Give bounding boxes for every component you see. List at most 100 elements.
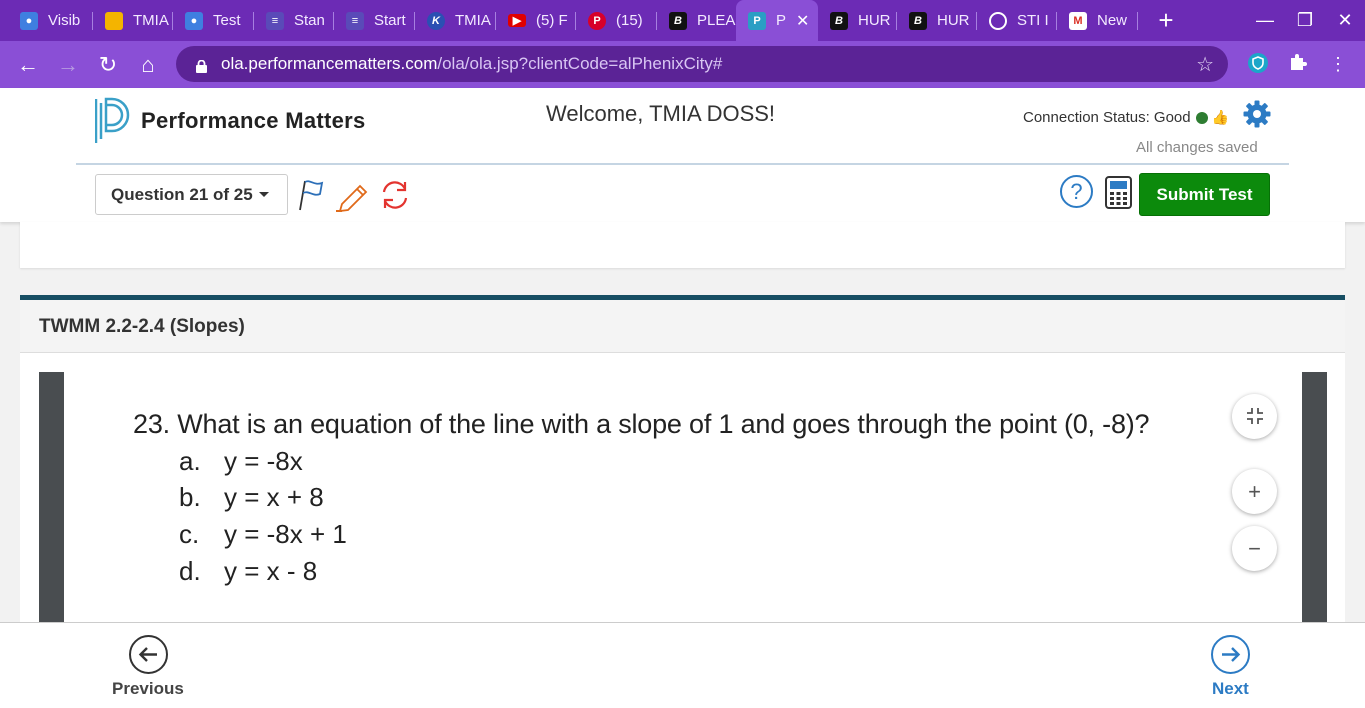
question-image: 23. What is an equation of the line with…	[64, 372, 1302, 630]
browser-menu-icon[interactable]: ⋮	[1326, 52, 1350, 76]
flag-icon[interactable]	[296, 178, 328, 212]
bookmark-star-icon[interactable]: ☆	[1196, 52, 1214, 77]
minimize-icon[interactable]: —	[1250, 8, 1280, 32]
option-text: y = x - 8	[224, 556, 318, 586]
url-host: ola.performancematters.com	[221, 54, 438, 73]
option-text: y = x + 8	[224, 482, 324, 512]
performance-matters-logo-icon	[95, 97, 130, 143]
gear-icon[interactable]	[1242, 99, 1272, 129]
tab-label: HUR	[937, 12, 970, 29]
collapse-icon[interactable]	[1232, 394, 1277, 439]
new-tab-button[interactable]: +	[1152, 6, 1180, 34]
forward-icon[interactable]: →	[54, 51, 82, 79]
person-icon: ●	[20, 11, 38, 30]
answer-option: d. y = x - 8	[179, 556, 317, 587]
browser-tab-active[interactable]: P P ✕	[736, 0, 818, 41]
tab-label: TMIA	[455, 12, 491, 29]
previous-question-card	[20, 222, 1345, 268]
question-selector[interactable]: Question 21 of 25	[95, 174, 288, 215]
logo-text: Performance Matters	[141, 108, 366, 133]
zoom-out-icon[interactable]: −	[1232, 526, 1277, 571]
extensions-puzzle-icon[interactable]	[1286, 52, 1310, 76]
browser-tab[interactable]: TMIA	[93, 0, 173, 41]
thumbs-up-icon: 👍	[1211, 109, 1230, 125]
tab-label: HUR	[858, 12, 891, 29]
browser-tab[interactable]: ≡ Start	[334, 0, 415, 41]
browser-tab[interactable]: ● Visib	[8, 0, 93, 41]
answer-option: a. y = -8x	[179, 446, 303, 477]
b-icon: B	[669, 11, 687, 30]
next-button[interactable]: Next	[1212, 679, 1249, 699]
tab-label: P	[776, 12, 787, 29]
slides-icon	[105, 11, 123, 30]
section-title: TWMM 2.2-2.4 (Slopes)	[20, 300, 1345, 353]
save-status: All changes saved	[1136, 139, 1258, 156]
option-text: y = -8x + 1	[224, 519, 347, 549]
tab-label: (5) F	[536, 12, 568, 29]
tab-label: Stan	[294, 12, 325, 29]
address-bar[interactable]: ola.performancematters.com/ola/ola.jsp?c…	[176, 46, 1228, 82]
browser-tab[interactable]: ▶ (5) F	[496, 0, 576, 41]
welcome-message: Welcome, TMIA DOSS!	[546, 101, 776, 126]
browser-tab[interactable]: B HUR	[897, 0, 977, 41]
k-icon: K	[427, 11, 445, 30]
browser-tab[interactable]: B HUR	[818, 0, 897, 41]
tab-label: (15)	[616, 12, 643, 29]
browser-tab[interactable]: M New	[1057, 0, 1138, 41]
previous-button[interactable]: Previous	[112, 679, 184, 699]
browser-tab[interactable]: B PLEA	[657, 0, 736, 41]
tab-label: STI I	[1017, 12, 1049, 29]
list-icon: ≡	[346, 11, 364, 30]
gmail-icon: M	[1069, 11, 1087, 30]
reload-icon[interactable]: ↻	[94, 51, 122, 79]
calculator-icon[interactable]	[1105, 176, 1132, 209]
browser-tab[interactable]: K TMIA	[415, 0, 496, 41]
globe-icon	[989, 11, 1007, 30]
reset-icon[interactable]	[378, 178, 410, 212]
question-card: TWMM 2.2-2.4 (Slopes) 23. What is an equ…	[20, 295, 1345, 630]
tab-label: New	[1097, 12, 1128, 29]
status-dot-icon	[1195, 111, 1208, 124]
close-window-icon[interactable]: ✕	[1330, 8, 1360, 32]
b-icon: B	[909, 11, 927, 30]
connection-status-text: Connection Status: Good	[1023, 109, 1191, 126]
browser-tab[interactable]: STI I	[977, 0, 1057, 41]
header-divider	[76, 163, 1289, 165]
tab-label: Visib	[48, 12, 81, 29]
question-selector-label: Question 21 of 25	[111, 184, 253, 204]
performance-matters-icon: P	[748, 11, 766, 30]
browser-tab[interactable]: P (15)	[576, 0, 657, 41]
person-icon: ●	[185, 11, 203, 30]
option-letter: b.	[179, 482, 201, 512]
home-icon[interactable]: ⌂	[134, 51, 162, 79]
browser-tab-strip: ● Visib TMIA ● Test ≡ Stan ≡ Start K TMIA ▶ (5…	[0, 0, 1365, 41]
back-icon[interactable]: ←	[14, 51, 42, 79]
restore-icon[interactable]: ❐	[1290, 8, 1320, 32]
pencil-icon[interactable]	[336, 178, 368, 213]
previous-arrow-icon[interactable]	[129, 635, 168, 674]
app-header: Performance Matters Welcome, TMIA DOSS! …	[0, 88, 1365, 222]
lock-icon	[196, 58, 207, 73]
footer-navigation: Previous Next	[0, 622, 1365, 708]
b-icon: B	[830, 11, 848, 30]
extension-shield-icon[interactable]	[1246, 52, 1270, 76]
url-path: /ola/ola.jsp?clientCode=alPhenixCity#	[437, 54, 723, 73]
submit-test-button[interactable]: Submit Test	[1139, 173, 1270, 216]
tab-label: PLEA	[697, 12, 736, 29]
help-button[interactable]: ?	[1060, 175, 1093, 208]
caret-down-icon	[258, 192, 269, 197]
question-text: 23. What is an equation of the line with…	[133, 409, 1150, 439]
next-arrow-icon[interactable]	[1211, 635, 1250, 674]
close-tab-icon[interactable]: ✕	[796, 11, 809, 31]
option-letter: a.	[179, 446, 201, 476]
tab-label: TMIA	[133, 12, 169, 29]
logo[interactable]: Performance Matters	[95, 97, 366, 145]
answer-option: c. y = -8x + 1	[179, 519, 347, 550]
answer-option: b. y = x + 8	[179, 482, 324, 513]
browser-tab[interactable]: ● Test	[173, 0, 254, 41]
pinterest-icon: P	[588, 11, 606, 30]
zoom-in-icon[interactable]: +	[1232, 469, 1277, 514]
question-image-frame: 23. What is an equation of the line with…	[39, 372, 1327, 630]
browser-tab[interactable]: ≡ Stan	[254, 0, 334, 41]
browser-toolbar: ← → ↻ ⌂ ola.performancematters.com/ola/o…	[0, 41, 1365, 88]
